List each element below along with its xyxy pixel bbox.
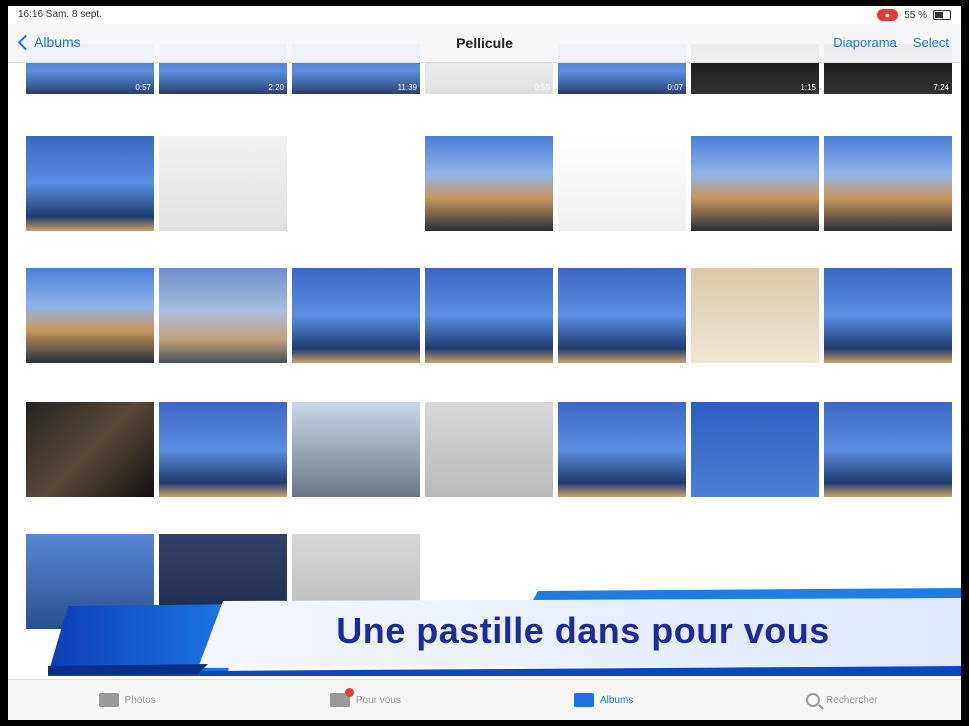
video-duration: 0:57 bbox=[135, 83, 151, 92]
photos-icon bbox=[98, 693, 119, 707]
ipad-screen: 16:16 Sam. 8 sept. ● 55 % Albums Pellicu… bbox=[8, 6, 961, 720]
video-duration: 11:39 bbox=[397, 83, 417, 92]
tab-photos[interactable]: Photos bbox=[8, 680, 246, 720]
battery-percent: 55 % bbox=[904, 9, 927, 21]
photo-thumbnail[interactable] bbox=[159, 402, 287, 497]
status-bar: 16:16 Sam. 8 sept. ● 55 % bbox=[8, 6, 961, 24]
photo-thumbnail[interactable] bbox=[425, 136, 553, 231]
photo-thumbnail[interactable] bbox=[159, 268, 287, 363]
banner-top-stripe bbox=[533, 588, 961, 600]
page-title: Pellicule bbox=[456, 35, 513, 51]
for-you-icon bbox=[329, 688, 354, 707]
tab-search[interactable]: Rechercher bbox=[723, 680, 961, 720]
video-duration: 0:07 bbox=[667, 83, 683, 92]
tab-albums[interactable]: Albums bbox=[485, 680, 723, 720]
photo-thumbnail[interactable] bbox=[26, 402, 154, 497]
banner-caption: Une pastille dans pour vous bbox=[336, 610, 830, 651]
photo-thumbnail[interactable] bbox=[558, 136, 686, 231]
slideshow-button[interactable]: Diaporama bbox=[833, 35, 897, 50]
nav-actions: Diaporama Select bbox=[833, 35, 949, 50]
photo-thumbnail[interactable] bbox=[558, 402, 686, 497]
photo-thumbnail[interactable] bbox=[691, 402, 819, 497]
photo-thumbnail[interactable] bbox=[824, 402, 952, 497]
video-duration: 2:20 bbox=[268, 83, 284, 92]
video-duration: 7:24 bbox=[933, 83, 949, 92]
navigation-bar: Albums Pellicule Diaporama Select bbox=[8, 24, 961, 63]
recording-indicator: ● bbox=[876, 9, 899, 21]
tab-label: Pour vous bbox=[355, 694, 401, 706]
tab-for-you[interactable]: Pour vous bbox=[246, 680, 484, 720]
photo-thumbnail[interactable] bbox=[425, 402, 553, 497]
status-time: 16:16 Sam. 8 sept. bbox=[18, 9, 102, 20]
battery-icon bbox=[933, 10, 951, 20]
albums-icon bbox=[573, 693, 594, 707]
photo-thumbnail[interactable] bbox=[26, 268, 154, 363]
photo-thumbnail[interactable] bbox=[691, 136, 819, 231]
photo-thumbnail[interactable] bbox=[292, 402, 420, 497]
photo-thumbnail[interactable] bbox=[691, 268, 819, 363]
photo-thumbnail[interactable] bbox=[292, 268, 420, 363]
tab-label: Rechercher bbox=[826, 694, 878, 706]
tab-label: Albums bbox=[599, 694, 634, 706]
notification-badge bbox=[344, 688, 354, 697]
photo-thumbnail[interactable] bbox=[159, 136, 287, 231]
photo-thumbnail[interactable] bbox=[824, 268, 952, 363]
select-button[interactable]: Select bbox=[913, 35, 949, 50]
photo-thumbnail[interactable] bbox=[26, 136, 154, 231]
photo-thumbnail[interactable] bbox=[824, 136, 952, 231]
status-right: ● 55 % bbox=[876, 9, 951, 21]
photo-thumbnail[interactable] bbox=[292, 136, 420, 231]
video-duration: 1:15 bbox=[800, 83, 816, 92]
tab-label: Photos bbox=[124, 694, 156, 706]
tab-bar: Photos Pour vous Albums Rechercher bbox=[8, 679, 961, 720]
search-icon bbox=[806, 693, 821, 707]
photo-thumbnail[interactable] bbox=[425, 268, 553, 363]
photo-thumbnail[interactable] bbox=[558, 268, 686, 363]
video-duration: 0:55 bbox=[534, 83, 550, 92]
